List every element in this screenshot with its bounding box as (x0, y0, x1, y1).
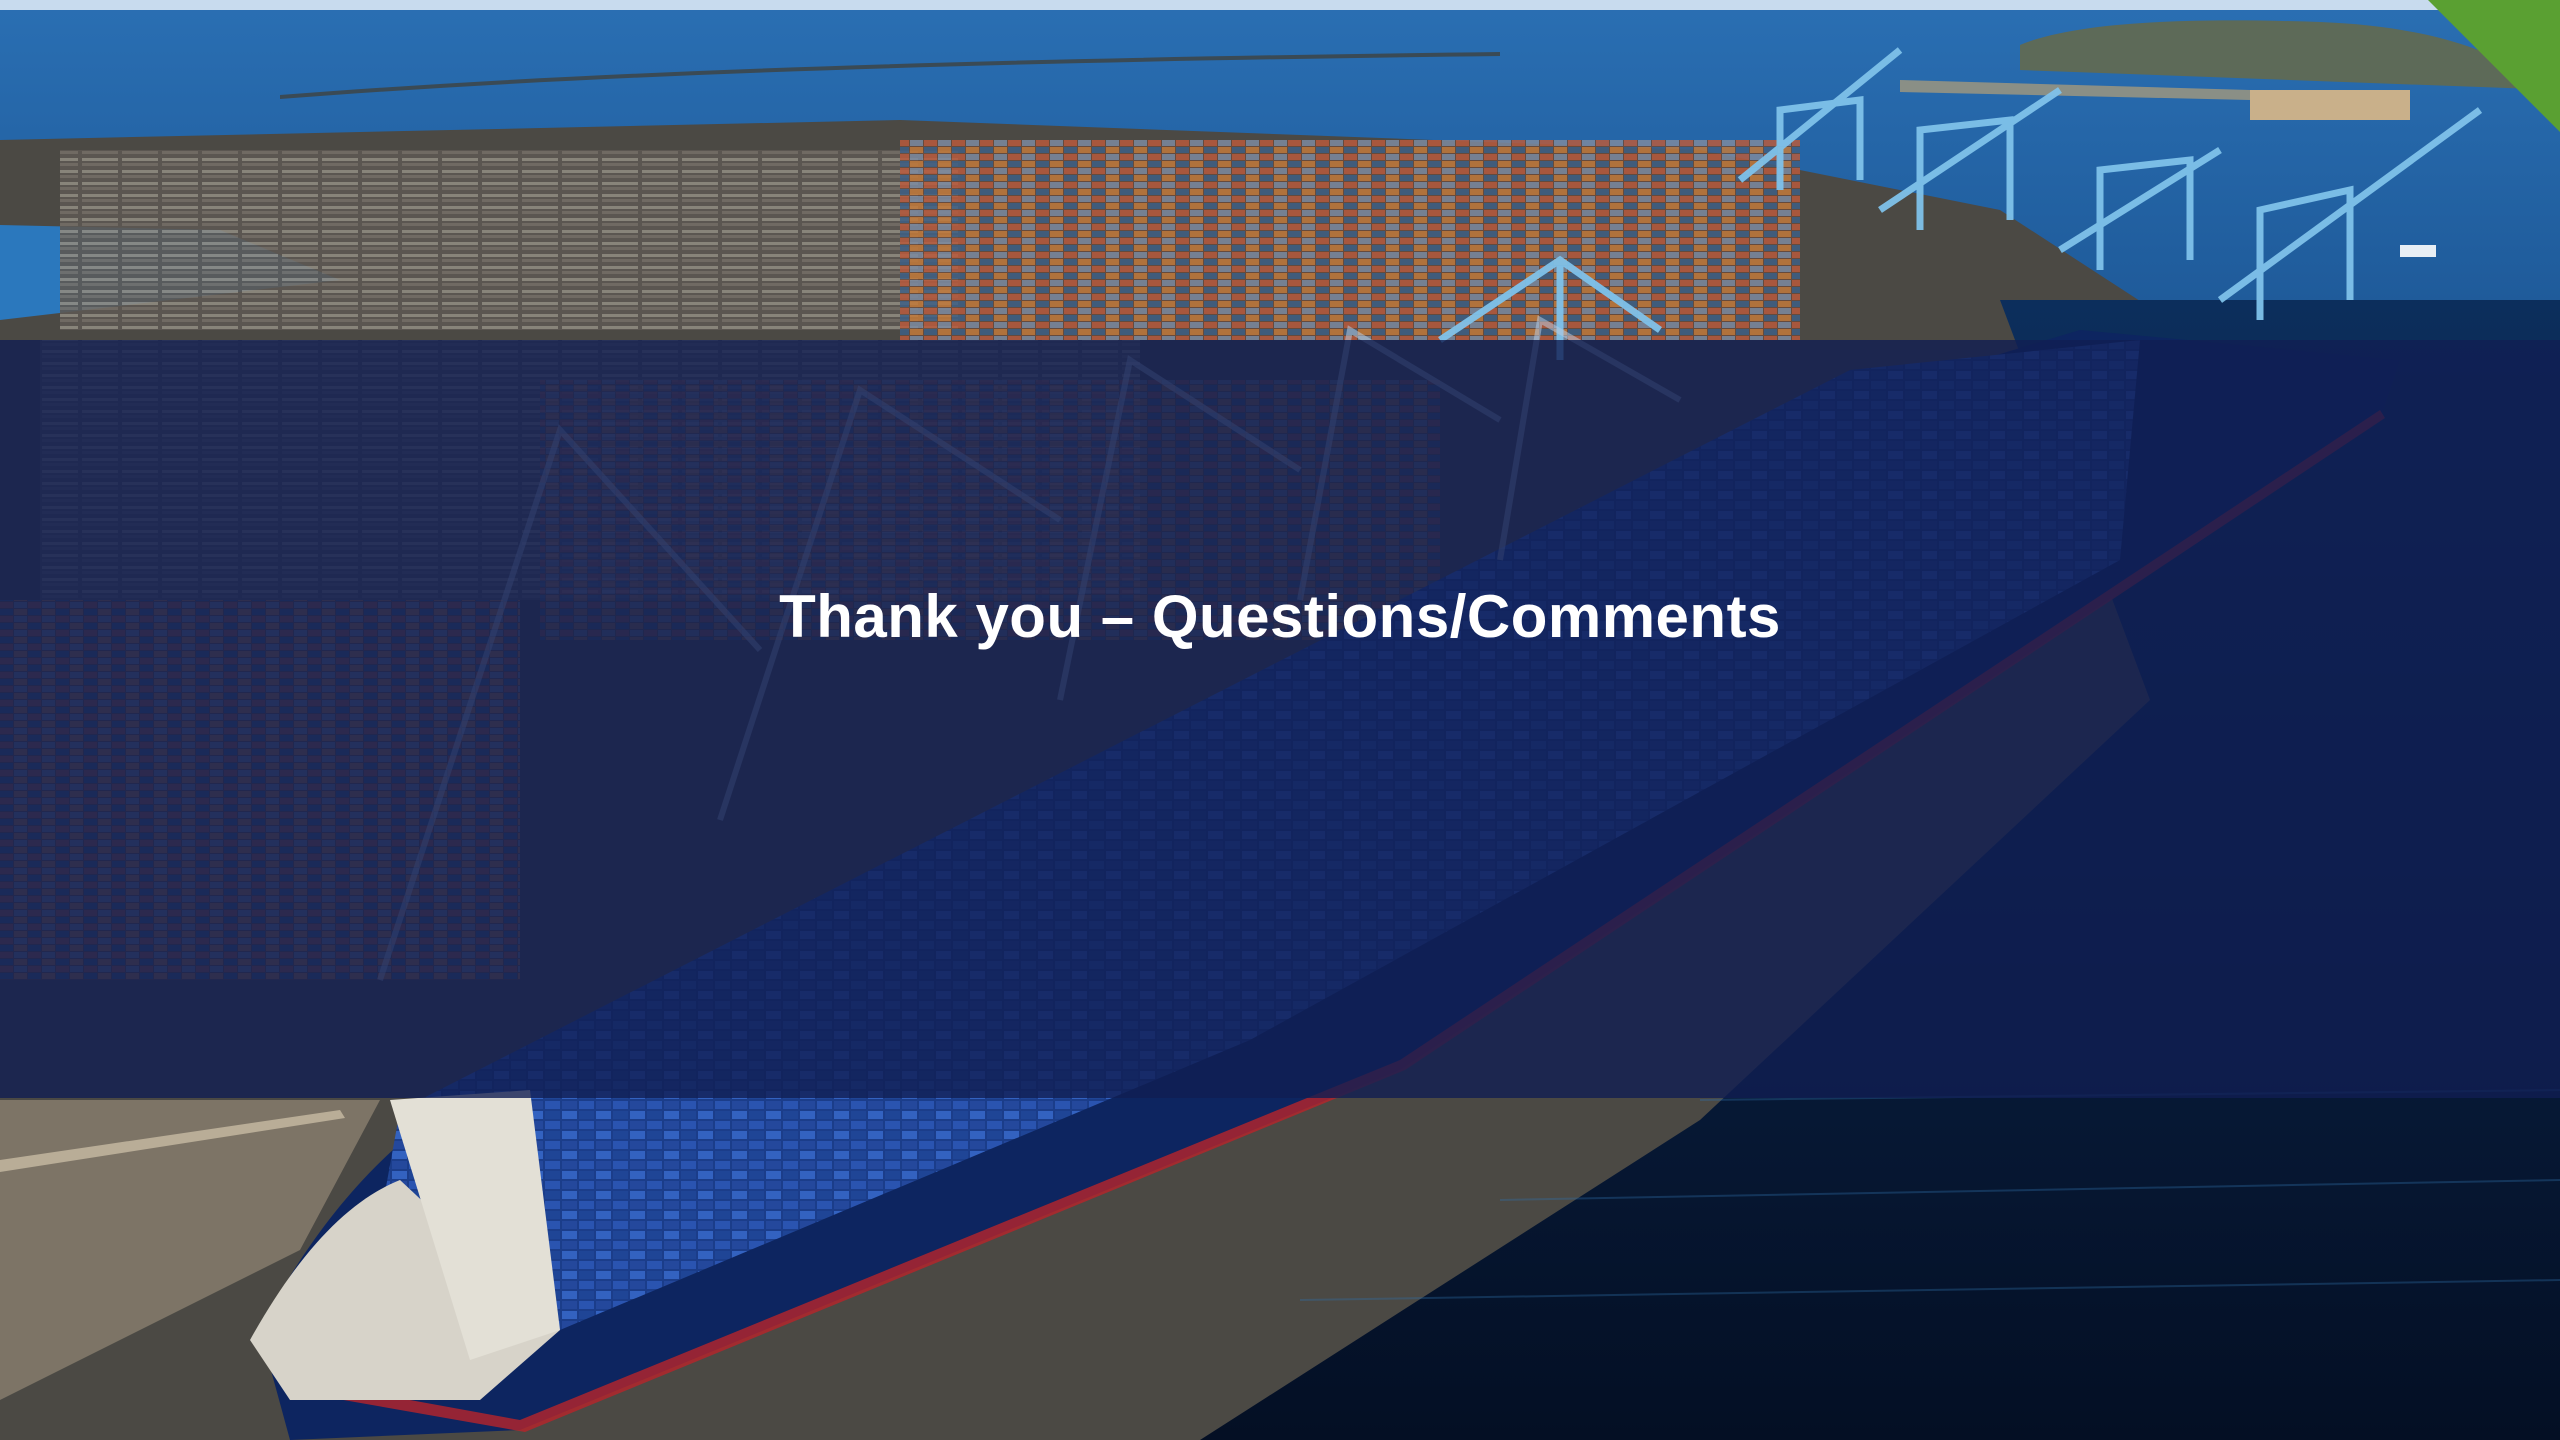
corner-accent-triangle (2428, 0, 2560, 132)
slide-title: Thank you – Questions/Comments (779, 583, 1781, 650)
presentation-slide: Thank you – Questions/Comments (0, 0, 2560, 1440)
title-banner-overlay (0, 340, 2560, 1098)
